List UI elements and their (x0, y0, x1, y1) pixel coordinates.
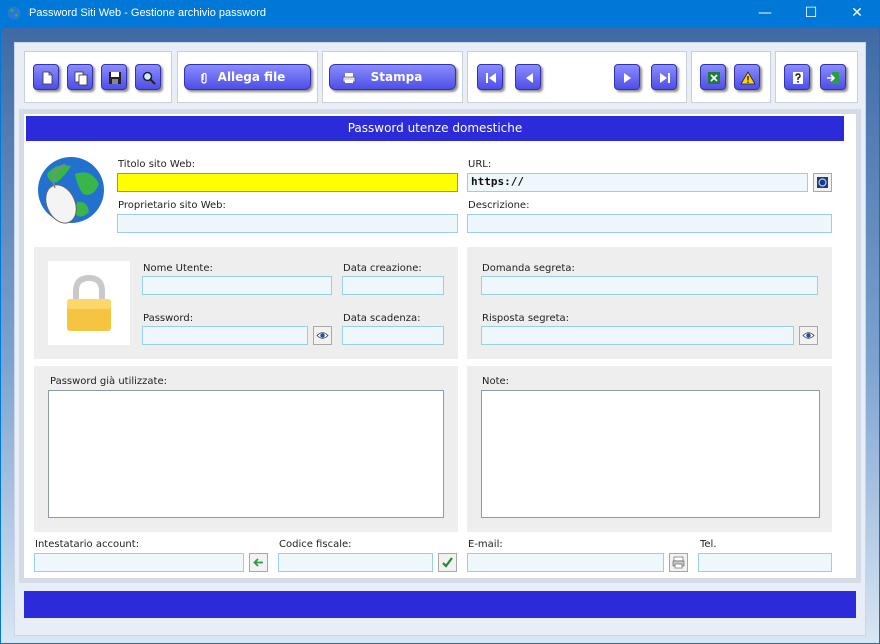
maximize-button[interactable]: ☐ (788, 0, 834, 28)
next-record-button[interactable] (614, 64, 640, 90)
help-icon (793, 72, 803, 84)
warning-button[interactable] (734, 64, 760, 90)
username-input[interactable] (142, 276, 332, 295)
print-label: Stampa (370, 70, 423, 84)
help-button[interactable] (784, 64, 810, 90)
used-passwords-textarea[interactable] (48, 390, 444, 518)
minimize-button[interactable]: — (742, 0, 788, 28)
envelope-printer-icon (672, 556, 685, 569)
form-header: Password utenze domestiche (26, 116, 844, 141)
tax-code-label: Codice fiscale: (279, 539, 352, 550)
previous-record-icon (526, 73, 533, 83)
tax-code-input[interactable] (278, 553, 433, 572)
expiry-date-label: Data scadenza: (343, 313, 421, 324)
close-icon: ✕ (851, 5, 863, 21)
show-password-button[interactable] (313, 326, 332, 345)
fill-holder-button[interactable] (249, 553, 268, 572)
open-url-button[interactable] (813, 173, 832, 192)
password-label: Password: (143, 313, 194, 324)
last-record-button[interactable] (651, 64, 677, 90)
lock-image-box (48, 261, 130, 345)
notes-panel: Note: (467, 366, 832, 532)
toolbar-help-group (775, 51, 858, 103)
created-date-label: Data creazione: (343, 263, 422, 274)
attach-file-label: Allega file (217, 70, 286, 84)
open-link-icon (817, 177, 828, 188)
print-button[interactable]: Stampa (329, 64, 456, 90)
site-title-input[interactable] (117, 173, 458, 192)
search-button[interactable] (135, 64, 161, 90)
eye-icon (802, 332, 815, 339)
phone-label: Tel. (700, 539, 717, 550)
toolbar-tools-group (691, 51, 771, 103)
minimize-icon: — (758, 5, 772, 21)
status-bar (24, 591, 856, 618)
secret-answer-label: Risposta segreta: (482, 313, 570, 324)
excel-export-icon (708, 72, 720, 84)
secret-question-label: Domanda segreta: (482, 263, 575, 274)
toolbar-navigation-group (467, 51, 687, 103)
previous-record-button[interactable] (515, 64, 541, 90)
exit-button[interactable] (820, 64, 846, 90)
title-bar: Password Siti Web - Gestione archivio pa… (0, 0, 880, 28)
credentials-panel: Nome Utente: Data creazione: Password: D… (34, 247, 458, 359)
show-answer-button[interactable] (799, 326, 818, 345)
duplicate-record-button[interactable] (67, 64, 93, 90)
save-button[interactable] (101, 64, 127, 90)
password-input[interactable] (142, 326, 308, 345)
account-holder-input[interactable] (34, 553, 244, 572)
owner-input[interactable] (117, 214, 458, 233)
first-record-button[interactable] (477, 64, 503, 90)
padlock-icon (67, 274, 111, 331)
exit-door-icon (827, 72, 839, 84)
window-client: Allega file Stampa Password utenze domes… (1, 28, 879, 643)
next-record-icon (624, 73, 631, 83)
checkmark-icon (442, 557, 453, 568)
window-title: Password Siti Web - Gestione archivio pa… (29, 7, 267, 19)
created-date-input[interactable] (342, 276, 444, 295)
owner-label: Proprietario sito Web: (118, 200, 226, 211)
url-label: URL: (468, 159, 492, 170)
notes-textarea[interactable] (481, 390, 820, 518)
excel-export-button[interactable] (700, 64, 726, 90)
app-frame: Allega file Stampa Password utenze domes… (14, 42, 866, 636)
expiry-date-input[interactable] (342, 326, 444, 345)
secret-answer-input[interactable] (481, 326, 794, 345)
copy-icon (74, 71, 88, 86)
last-record-icon (660, 73, 670, 83)
maximize-icon: ☐ (804, 5, 818, 21)
url-input[interactable]: https:// (467, 173, 808, 192)
secret-question-input[interactable] (481, 276, 818, 295)
floppy-save-icon (109, 72, 121, 84)
toolbar-print-group: Stampa (322, 51, 463, 103)
toolbar-attach-group: Allega file (177, 51, 318, 103)
new-document-icon (42, 71, 53, 85)
new-record-button[interactable] (33, 64, 59, 90)
used-passwords-panel: Password già utilizzate: (34, 366, 458, 532)
record-form: Password utenze domestiche Titolo sito W… (19, 109, 861, 583)
warning-icon (740, 71, 756, 85)
email-label: E-mail: (468, 539, 503, 550)
description-label: Descrizione: (468, 200, 530, 211)
first-record-icon (486, 73, 496, 83)
account-holder-label: Intestatario account: (35, 539, 140, 550)
globe-app-icon (7, 6, 21, 20)
magnifier-icon (142, 71, 156, 85)
description-input[interactable] (467, 214, 832, 233)
email-input[interactable] (467, 553, 664, 572)
notes-label: Note: (482, 376, 510, 387)
arrow-left-icon (253, 558, 263, 567)
username-label: Nome Utente: (143, 263, 213, 274)
toolbar-file-group (24, 51, 172, 103)
used-passwords-label: Password già utilizzate: (50, 376, 167, 387)
eye-icon (316, 332, 329, 339)
close-button[interactable]: ✕ (834, 0, 880, 28)
secret-panel: Domanda segreta: Risposta segreta: (467, 247, 832, 359)
globe-mouse-icon (38, 157, 104, 224)
phone-input[interactable] (698, 553, 832, 572)
site-title-label: Titolo sito Web: (118, 159, 196, 170)
attach-file-button[interactable]: Allega file (184, 64, 311, 90)
send-email-button[interactable] (669, 553, 688, 572)
verify-tax-code-button[interactable] (438, 553, 457, 572)
